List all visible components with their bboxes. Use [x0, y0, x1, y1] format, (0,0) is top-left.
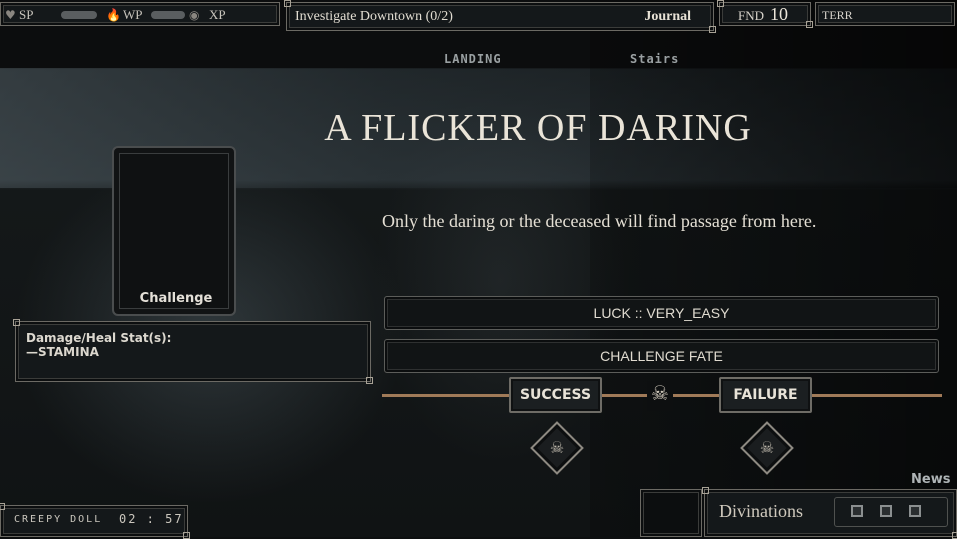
- news-button[interactable]: News: [911, 472, 950, 487]
- divination-slots: [834, 497, 948, 527]
- failure-label: FAILURE: [719, 377, 812, 413]
- recording-time: 02 : 57: [119, 512, 184, 526]
- terr-label: TERR: [822, 8, 853, 22]
- quest-title: Investigate Downtown (0/2): [295, 9, 453, 24]
- challenge-card: Challenge: [112, 146, 236, 316]
- divination-slot[interactable]: [851, 505, 863, 517]
- journal-button[interactable]: Journal: [644, 9, 691, 25]
- recording-label: CREEPY DOLL: [14, 514, 103, 525]
- fnd-label: FND: [738, 8, 765, 23]
- damage-stat-label: Damage/Heal Stat(s):: [26, 331, 172, 345]
- heart-icon: ♥: [5, 8, 16, 22]
- recording-panel: CREEPY DOLL 02 : 57: [0, 503, 190, 539]
- divination-slot[interactable]: [909, 505, 921, 517]
- location-right: Stairs: [630, 52, 680, 66]
- damage-stat-panel: Damage/Heal Stat(s): —STAMINA: [13, 319, 373, 384]
- event-title: A FLICKER OF DARING: [324, 107, 752, 149]
- sp-bar: [61, 11, 97, 19]
- fnd-counter: FND 10: [717, 0, 813, 28]
- xp-label: XP: [209, 7, 226, 22]
- flame-icon: 🔥: [106, 8, 121, 22]
- stats-bar: ♥ SP 🔥 WP ◉ XP: [0, 2, 280, 26]
- damage-stat-value: —STAMINA: [26, 345, 99, 359]
- news-slot: [640, 489, 702, 537]
- luck-option-button[interactable]: LUCK :: VERY_EASY: [384, 296, 939, 330]
- card-label: Challenge: [139, 291, 213, 306]
- terr-counter: TERR: [815, 2, 955, 26]
- success-label: SUCCESS: [509, 377, 602, 413]
- wp-bar: [151, 11, 185, 19]
- divination-slot[interactable]: [880, 505, 892, 517]
- divinations-panel[interactable]: Divinations: [702, 487, 957, 539]
- challenge-fate-button[interactable]: CHALLENGE FATE: [384, 339, 939, 373]
- divinations-label: Divinations: [719, 501, 803, 521]
- fnd-value: 10: [770, 4, 788, 24]
- location-left: LANDING: [444, 52, 502, 66]
- coin-icon: ◉: [189, 8, 200, 22]
- event-description: Only the daring or the deceased will fin…: [382, 211, 817, 231]
- quest-tracker[interactable]: Investigate Downtown (0/2) Journal: [284, 0, 716, 33]
- sp-label: SP: [19, 7, 34, 22]
- wp-label: WP: [123, 7, 143, 22]
- skull-icon: ☠: [647, 381, 673, 411]
